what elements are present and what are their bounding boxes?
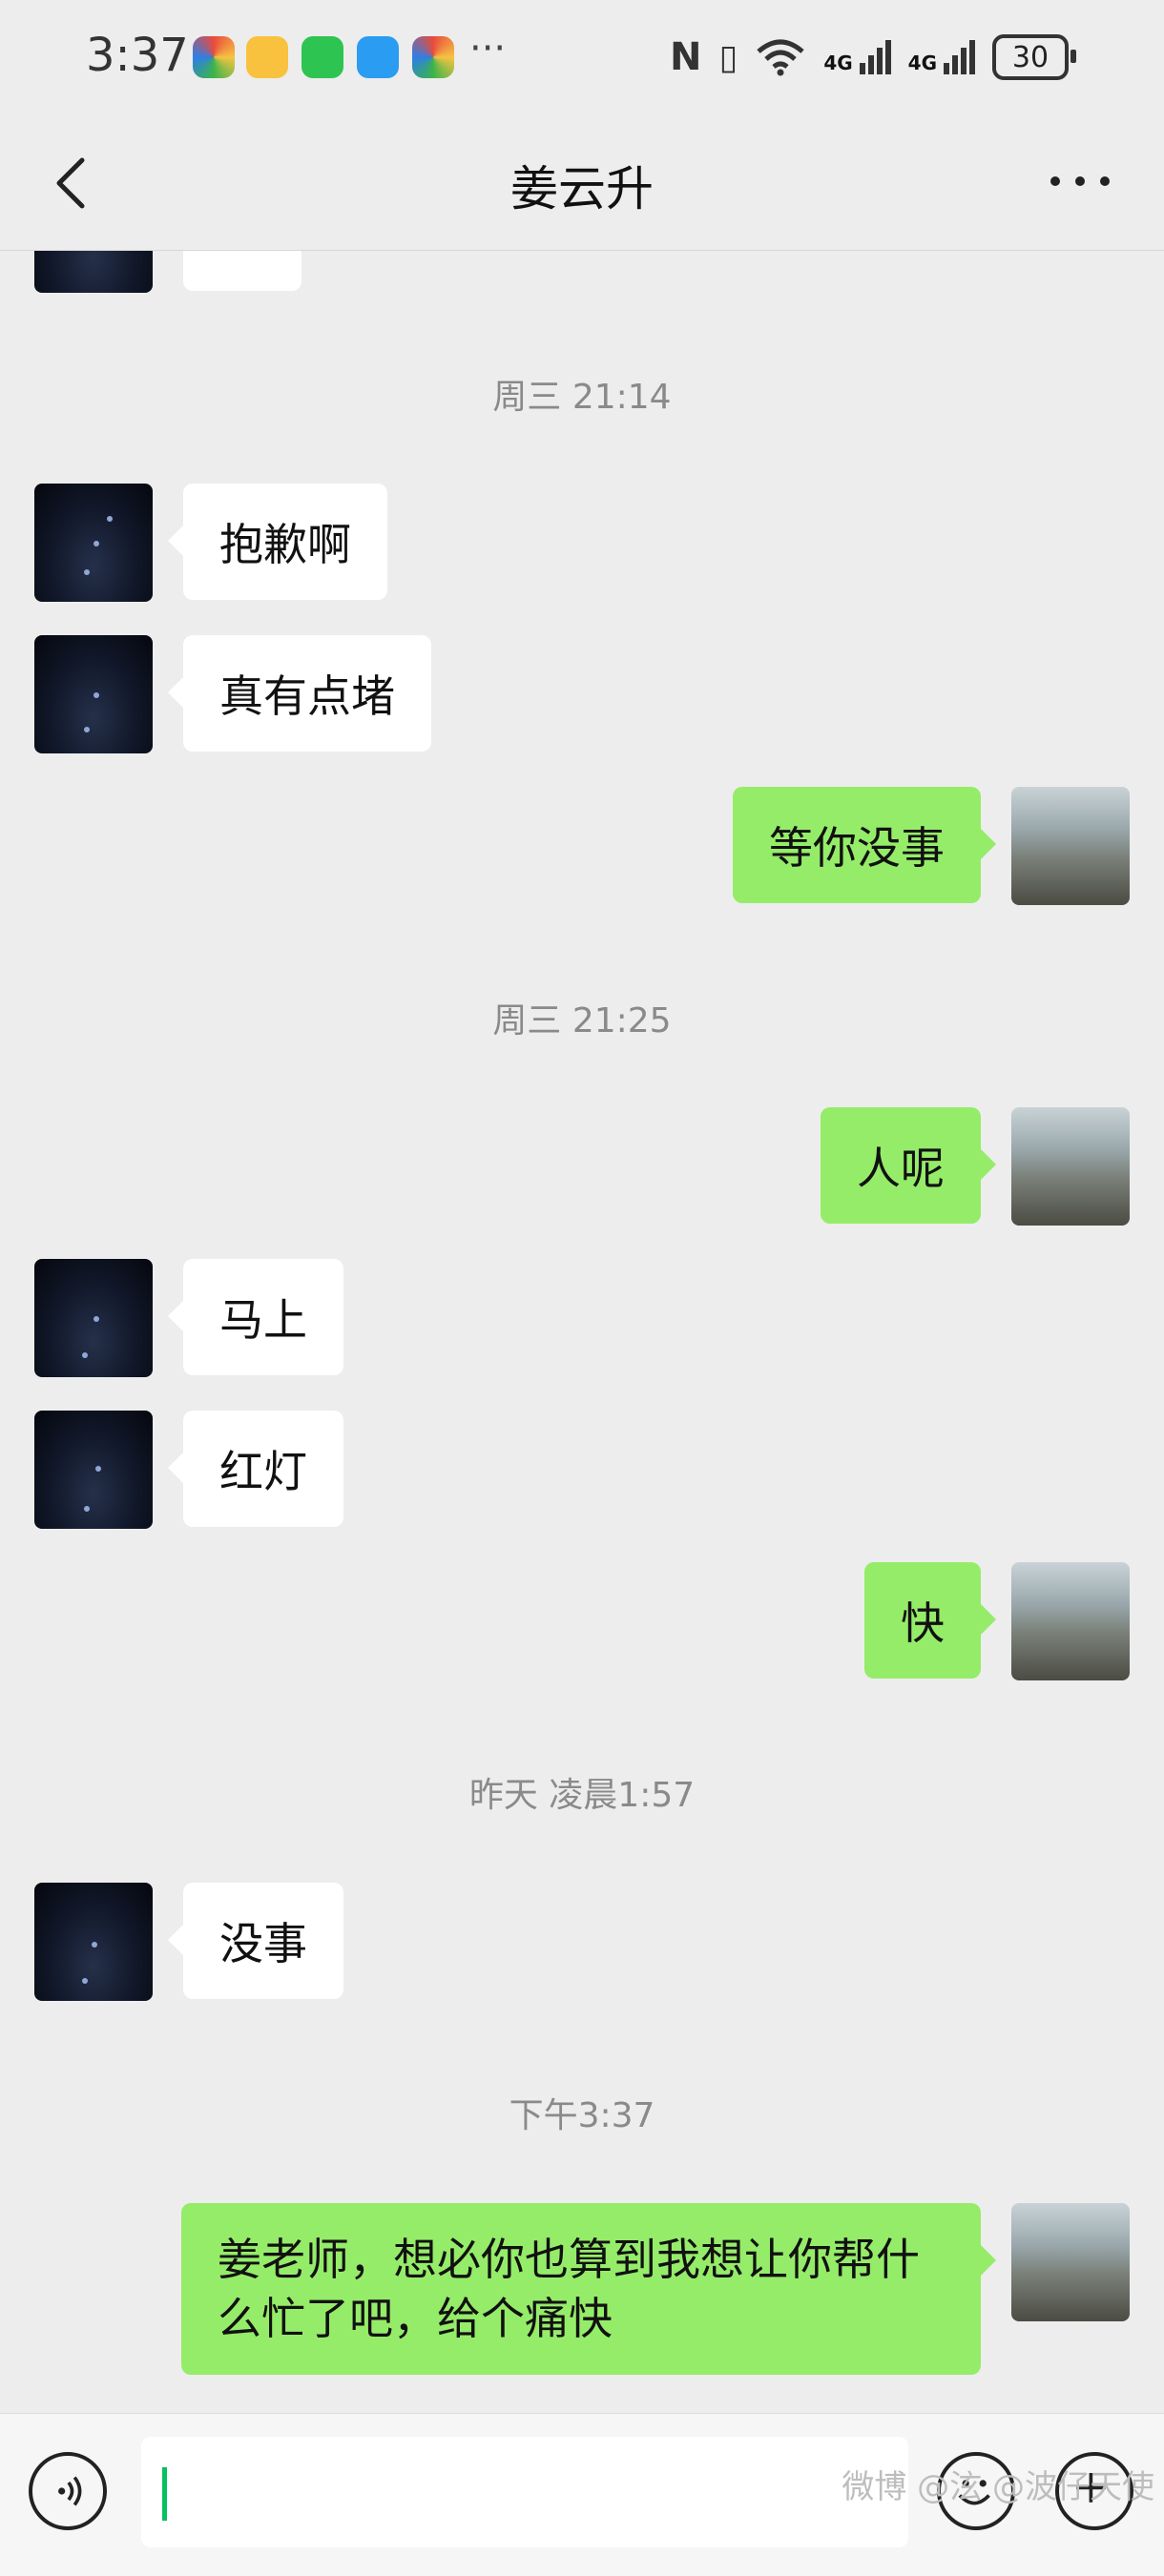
contact-avatar[interactable]	[34, 484, 153, 602]
received-message[interactable]: 抱歉啊	[168, 484, 387, 600]
more-options-icon[interactable]	[1042, 162, 1118, 200]
sent-message[interactable]: 姜老师，想必你也算到我想让你帮什么忙了吧，给个痛快	[181, 2203, 996, 2375]
text-cursor	[162, 2467, 167, 2521]
received-message[interactable]: 马上	[168, 1259, 343, 1375]
nfc-icon: N	[670, 35, 702, 79]
sent-message[interactable]: 快	[864, 1562, 996, 1679]
watermark: 微博 @泫 @波仔天使	[842, 2468, 1154, 2506]
contact-avatar[interactable]	[34, 1259, 153, 1377]
contact-avatar[interactable]	[34, 635, 153, 753]
received-message[interactable]: 真有点堵	[168, 635, 431, 752]
signal-icon: 4G	[908, 40, 975, 74]
received-message[interactable]: 没事	[168, 1883, 343, 1999]
my-avatar[interactable]	[1011, 787, 1130, 905]
message-timestamp: 周三 21:25	[492, 1001, 672, 1041]
sent-message[interactable]: 等你没事	[733, 787, 996, 903]
wechat-icon	[301, 36, 343, 78]
wifi-icon	[757, 39, 804, 76]
contact-avatar[interactable]	[34, 251, 153, 293]
message-input[interactable]	[141, 2437, 908, 2547]
contact-avatar[interactable]	[34, 1883, 153, 2001]
weibo-icon	[246, 36, 288, 78]
my-avatar[interactable]	[1011, 1562, 1130, 1680]
chat-title: 姜云升	[510, 161, 654, 216]
message-timestamp: 下午3:37	[509, 2096, 655, 2135]
chat-messages[interactable]: 周三 21:14 抱歉啊 真有点堵 等你没事 周三 21:25 人呢 马上 红灯…	[0, 251, 1164, 2413]
received-message[interactable]: 红灯	[168, 1411, 343, 1527]
battery-icon: 30	[992, 34, 1076, 80]
message-timestamp: 周三 21:14	[492, 378, 672, 417]
app-notification-icon	[193, 36, 235, 78]
sent-message[interactable]: 人呢	[821, 1107, 996, 1224]
status-bar: 3:37 ··· N ▯ 4G 4G 30	[0, 0, 1164, 114]
message-timestamp: 昨天 凌晨1:57	[468, 1776, 696, 1815]
message-app-icon	[357, 36, 399, 78]
my-avatar[interactable]	[1011, 1107, 1130, 1226]
system-icons: N ▯ 4G 4G 30	[670, 34, 1076, 80]
message-bubble-cropped[interactable]	[183, 251, 301, 291]
chat-header: 姜云升	[0, 114, 1164, 248]
status-time: 3:37	[86, 29, 189, 82]
vibrate-icon: ▯	[718, 37, 738, 77]
my-avatar[interactable]	[1011, 2203, 1130, 2321]
more-notifications-icon: ···	[469, 27, 507, 71]
app-notification-icon	[412, 36, 454, 78]
signal-icon: 4G	[823, 40, 891, 74]
contact-avatar[interactable]	[34, 1411, 153, 1529]
voice-input-icon[interactable]	[29, 2452, 107, 2530]
